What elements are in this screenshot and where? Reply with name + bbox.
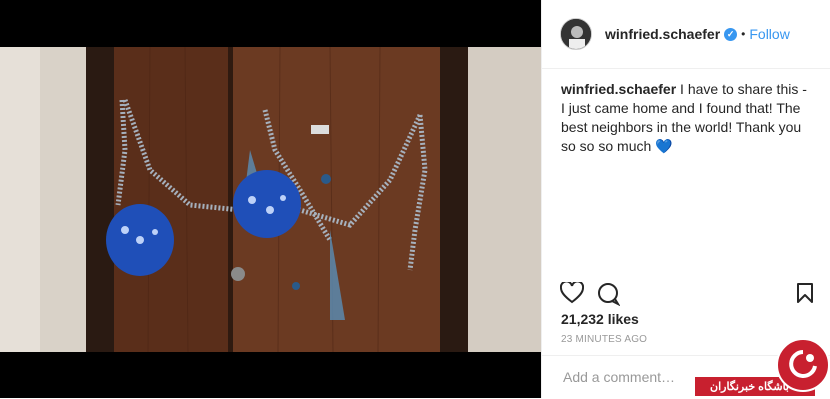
blue-heart-emoji: 💙 [655, 138, 673, 154]
likes-count[interactable]: 21,232 likes [561, 311, 639, 327]
username-link[interactable]: winfried.schaefer [605, 26, 720, 42]
separator-dot: • [741, 27, 746, 41]
bookmark-icon[interactable] [796, 282, 814, 309]
door-photo-image [0, 0, 541, 398]
comment-icon[interactable] [596, 282, 621, 311]
comment-input[interactable] [561, 368, 705, 386]
post-timestamp[interactable]: 23 MINUTES AGO [561, 334, 647, 345]
verified-check-icon: ✓ [724, 27, 738, 41]
caption-username[interactable]: winfried.schaefer [561, 81, 676, 97]
post-sidebar: winfried.schaefer ✓ • Follow winfried.sc… [541, 0, 830, 398]
action-bar [559, 280, 814, 311]
avatar[interactable] [560, 18, 592, 50]
post-header: winfried.schaefer ✓ • Follow [542, 0, 830, 69]
post-caption: winfried.schaefer I have to share this -… [561, 80, 811, 156]
post-photo[interactable] [0, 0, 541, 398]
watermark-logo-icon [776, 338, 830, 392]
follow-button[interactable]: Follow [749, 26, 789, 42]
heart-icon[interactable] [559, 280, 585, 309]
